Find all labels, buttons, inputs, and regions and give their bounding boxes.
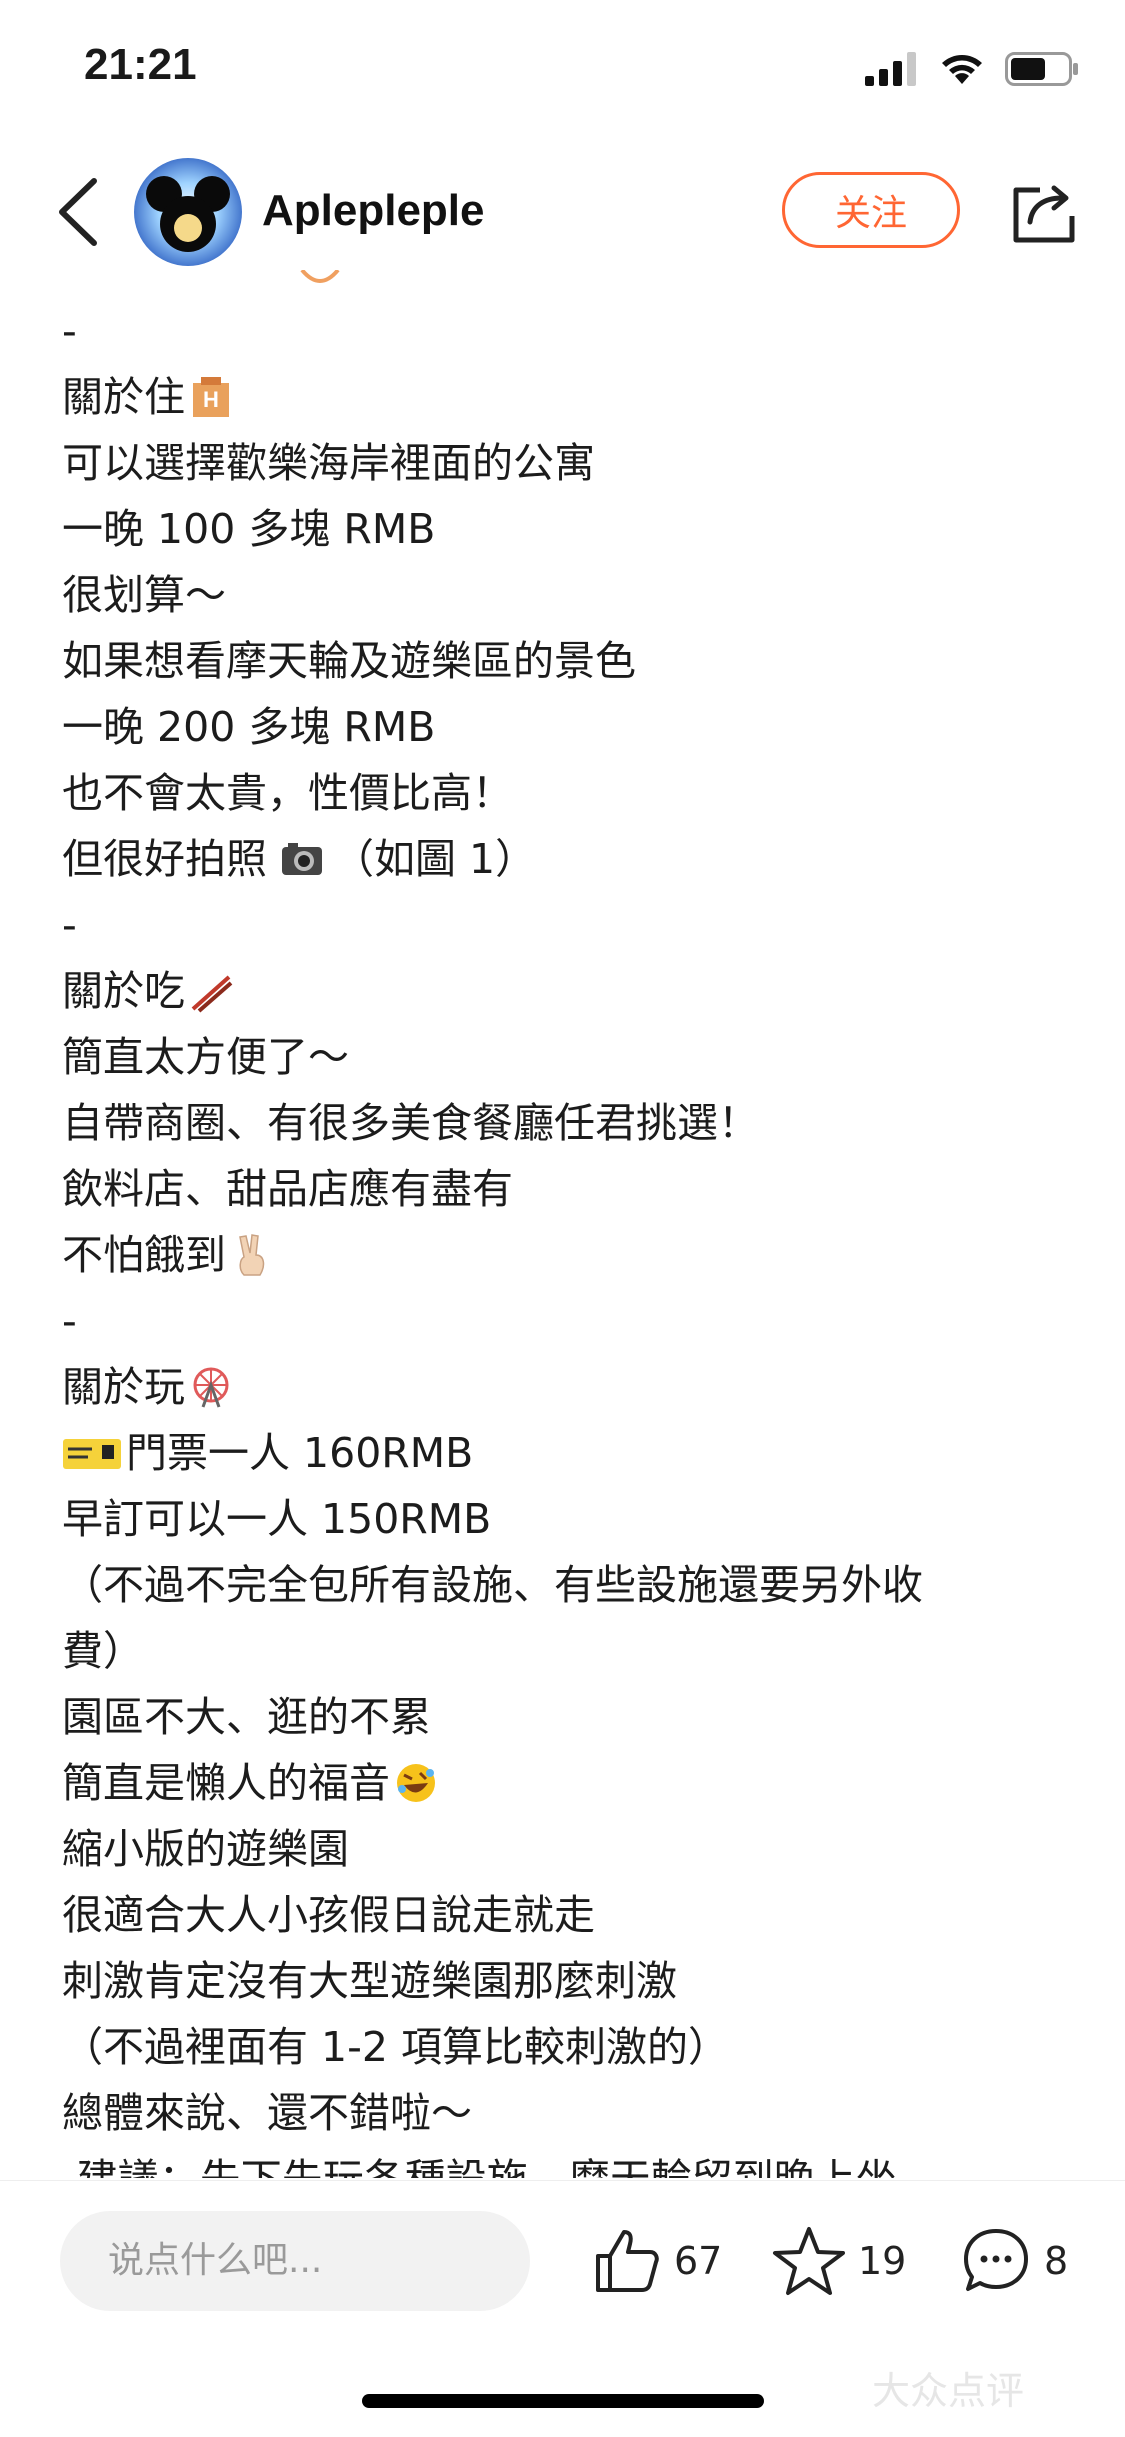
back-button[interactable]: [48, 172, 108, 252]
share-icon: [1013, 185, 1075, 243]
content-line: 簡直太方便了～: [62, 1033, 349, 1081]
watermark: 大众点评: [872, 2371, 1025, 2413]
content-line: （不過不完全包所有設施、有些設施還要另外收: [62, 1561, 923, 1609]
battery-icon: [1005, 52, 1078, 86]
victory-hand-icon: [239, 1234, 265, 1276]
hotel-icon: H: [193, 377, 229, 417]
content-line: 園區不大、逛的不累: [62, 1693, 431, 1741]
like-button[interactable]: 67: [592, 2221, 722, 2301]
thumbs-up-icon: [596, 2230, 659, 2292]
comment-button[interactable]: 8: [960, 2221, 1068, 2301]
home-indicator[interactable]: [362, 2394, 764, 2408]
content-line: -: [62, 307, 77, 355]
wifi-icon: [942, 55, 982, 84]
share-button[interactable]: [1010, 176, 1080, 246]
content-line: 自帶商圈、有很多美食餐廳任君挑選！: [62, 1099, 759, 1147]
star-icon: [773, 2227, 845, 2295]
like-count: 67: [674, 2239, 723, 2283]
content-line: 也不會太貴，性價比高！: [62, 769, 513, 817]
comment-count: 8: [1044, 2239, 1069, 2283]
content-line: -: [62, 901, 77, 949]
comment-input[interactable]: 说点什么吧...: [60, 2211, 530, 2311]
content-line: 但很好拍照 （如圖 1）: [62, 835, 537, 883]
status-bar: 21:21: [0, 0, 1125, 140]
content-line: 刺激肯定沒有大型遊樂園那麼刺激: [62, 1957, 677, 2005]
mickey-avatar-icon: [134, 158, 242, 266]
favorite-button[interactable]: 19: [772, 2221, 906, 2301]
content-line: 很適合大人小孩假日說走就走: [62, 1891, 595, 1939]
content-line: 門票一人 160RMB: [62, 1420, 1072, 1486]
content-line: 關於住 H: [62, 364, 1072, 430]
comment-bubble-icon: [964, 2229, 1028, 2291]
content-line: 如果想看摩天輪及遊樂區的景色: [62, 637, 636, 685]
signal-icon: [865, 52, 916, 86]
content-line: -: [62, 1297, 77, 1345]
username[interactable]: Aplepleple: [262, 186, 485, 236]
post-header: Aplepleple 关注: [0, 150, 1125, 280]
content-line: 飲料店、甜品店應有盡有: [62, 1165, 513, 1213]
partial-emoji-edge: [300, 270, 340, 290]
content-line: 可以選擇歡樂海岸裡面的公寓: [62, 439, 595, 487]
content-line: 不怕餓到: [62, 1222, 1072, 1288]
status-time: 21:21: [84, 40, 197, 89]
svg-text:H: H: [203, 387, 219, 412]
content-line: 關於吃: [62, 958, 1072, 1024]
ticket-icon: [63, 1439, 121, 1469]
content-line: 一晚 200 多塊 RMB: [62, 703, 436, 751]
follow-button[interactable]: 关注: [782, 172, 960, 248]
content-line: 一晚 100 多塊 RMB: [62, 505, 436, 553]
camera-icon: [282, 843, 322, 875]
content-line: -建議：先下先玩各種設施，摩天輪留到晚上坐: [62, 2146, 1072, 2178]
avatar[interactable]: [134, 158, 242, 266]
content-line: 早訂可以一人 150RMB: [62, 1495, 492, 1543]
ferris-wheel-icon: [193, 1367, 229, 1408]
favorite-count: 19: [858, 2239, 907, 2283]
status-icons: [865, 52, 1079, 86]
content-line: 很划算～: [62, 571, 226, 619]
chevron-left-icon: [59, 178, 97, 246]
content-line: 總體來說、還不錯啦～: [62, 2089, 472, 2137]
content-line: （不過裡面有 1-2 項算比較刺激的）: [62, 2023, 730, 2071]
rofl-emoji-icon: [397, 1764, 435, 1802]
content-line: 簡直是懶人的福音: [62, 1750, 1072, 1816]
chopsticks-icon: [191, 975, 233, 1013]
content-line: 縮小版的遊樂園: [62, 1825, 349, 1873]
post-content: - 關於住 H 可以選擇歡樂海岸裡面的公寓 一晚 100 多塊 RMB 很划算～ …: [62, 298, 1072, 2178]
content-line: 費）: [62, 1627, 144, 1675]
content-line: 關於玩: [62, 1354, 1072, 1420]
